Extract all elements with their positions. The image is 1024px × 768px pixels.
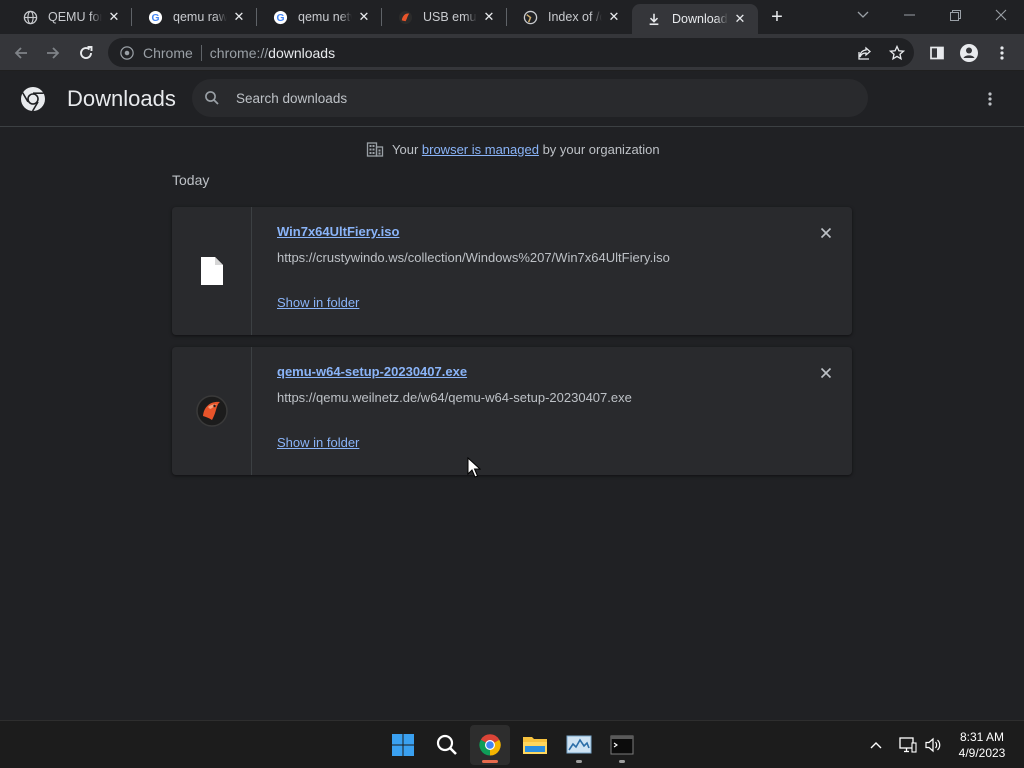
search-bar[interactable] [192, 79, 868, 117]
show-hidden-icons-chevron-icon[interactable] [866, 733, 886, 757]
tab-close-icon[interactable]: ✕ [106, 9, 122, 25]
restore-button[interactable] [932, 4, 978, 26]
share-icon[interactable] [856, 44, 874, 62]
show-in-folder-link[interactable]: Show in folder [277, 435, 359, 450]
search-icon [205, 91, 219, 105]
download-item: qemu-w64-setup-20230407.exe https://qemu… [172, 347, 852, 475]
tab-qemu-raw[interactable]: G qemu raw e ✕ [133, 4, 257, 30]
managed-prefix: Your [392, 141, 422, 157]
show-in-folder-link[interactable]: Show in folder [277, 295, 359, 310]
tab-separator [506, 8, 507, 26]
tab-index-of[interactable]: Index of /q ✕ [508, 4, 632, 30]
minimize-button[interactable] [886, 4, 932, 26]
tab-title: qemu netw [298, 10, 352, 24]
running-app-indicator [576, 760, 582, 763]
file-explorer-icon[interactable] [515, 725, 555, 765]
managed-suffix: by your organization [538, 141, 660, 157]
reload-button[interactable] [73, 40, 99, 66]
globe-icon [522, 9, 538, 25]
clock-time: 8:31 AM [959, 730, 1005, 744]
tab-title: QEMU for Windows [48, 10, 102, 24]
google-g-icon: G [272, 9, 288, 25]
tab-separator [256, 8, 257, 26]
download-filename-link[interactable]: Win7x64UltFiery.iso [277, 224, 399, 239]
new-tab-button[interactable]: + [766, 6, 788, 28]
browser-toolbar: Chrome chrome://downloads [0, 34, 1024, 71]
svg-text:G: G [151, 13, 159, 24]
downloads-header: Downloads [0, 71, 1024, 127]
tab-qemu-network[interactable]: G qemu netw ✕ [258, 4, 382, 30]
managed-notice: Your browser is managed by your organiza… [366, 140, 660, 158]
download-item-icon-column [172, 207, 252, 335]
google-g-icon: G [147, 9, 163, 25]
browser-managed-link[interactable]: browser is managed [422, 142, 539, 157]
running-app-indicator [619, 760, 625, 763]
windows-taskbar: 8:31 AM 4/9/2023 [0, 720, 1024, 768]
bookmark-star-icon[interactable] [888, 44, 906, 62]
url-path: downloads [268, 44, 336, 61]
tab-qemu-windows[interactable]: QEMU for Windows ✕ [8, 4, 132, 30]
back-button[interactable] [8, 40, 34, 66]
system-clock[interactable]: 8:31 AM 4/9/2023 [944, 729, 1020, 761]
tab-separator [131, 8, 132, 26]
tab-usb-emulation[interactable]: USB emula ✕ [383, 4, 507, 30]
tab-strip: QEMU for Windows ✕ G qemu raw e ✕ G qemu… [0, 0, 1024, 34]
forward-button[interactable] [40, 40, 66, 66]
building-icon [366, 142, 384, 157]
download-icon [646, 11, 662, 27]
terminal-icon[interactable] [602, 725, 642, 765]
active-app-indicator [482, 760, 498, 763]
remove-download-icon[interactable] [816, 363, 836, 383]
profile-avatar-icon[interactable] [956, 40, 982, 66]
globe-icon [22, 9, 38, 25]
search-icon[interactable] [427, 725, 467, 765]
chrome-icon[interactable] [470, 725, 510, 765]
omnibox-divider [200, 44, 202, 61]
qemu-icon [195, 395, 228, 427]
download-item: Win7x64UltFiery.iso https://crustywindo.… [172, 207, 852, 335]
url-scheme: chrome:// [209, 44, 269, 61]
download-item-icon-column [172, 347, 252, 475]
chrome-logo-icon [21, 87, 45, 112]
tab-title: Index of /q [548, 10, 602, 24]
download-filename-link[interactable]: qemu-w64-setup-20230407.exe [277, 364, 467, 379]
tab-close-icon[interactable]: ✕ [231, 9, 247, 25]
browser-menu-icon[interactable] [989, 40, 1015, 66]
search-input[interactable] [236, 88, 836, 108]
downloads-menu-icon[interactable] [982, 89, 998, 109]
tab-close-icon[interactable]: ✕ [481, 9, 497, 25]
address-bar[interactable]: Chrome chrome://downloads [108, 38, 914, 67]
tab-title: Downloads [672, 12, 728, 26]
task-manager-icon[interactable] [559, 725, 599, 765]
red-bird-icon [397, 9, 413, 25]
svg-text:G: G [276, 13, 284, 24]
tab-close-icon[interactable]: ✕ [606, 9, 622, 25]
mouse-cursor-icon [467, 457, 481, 478]
tab-title: qemu raw e [173, 10, 227, 24]
download-source-url[interactable]: https://qemu.weilnetz.de/w64/qemu-w64-se… [277, 390, 632, 405]
tab-close-icon[interactable]: ✕ [732, 11, 748, 27]
windows-start-icon[interactable] [383, 725, 423, 765]
volume-icon[interactable] [922, 733, 944, 757]
remove-download-icon[interactable] [816, 223, 836, 243]
clock-date: 4/9/2023 [958, 746, 1006, 760]
date-section-label: Today [172, 172, 210, 188]
close-window-button[interactable] [978, 4, 1024, 26]
site-chip-label: Chrome [143, 44, 193, 61]
network-icon[interactable] [897, 733, 919, 757]
page-title: Downloads [67, 86, 176, 111]
file-icon [200, 257, 223, 285]
tab-title: USB emula [423, 10, 477, 24]
tab-search-chevron-icon[interactable] [840, 4, 886, 26]
download-source-url[interactable]: https://crustywindo.ws/collection/Window… [277, 250, 670, 265]
chrome-page-icon [119, 45, 135, 61]
tab-close-icon[interactable]: ✕ [356, 9, 372, 25]
side-panel-icon[interactable] [924, 40, 950, 66]
tab-downloads[interactable]: Downloads ✕ [632, 4, 758, 34]
tab-separator [381, 8, 382, 26]
